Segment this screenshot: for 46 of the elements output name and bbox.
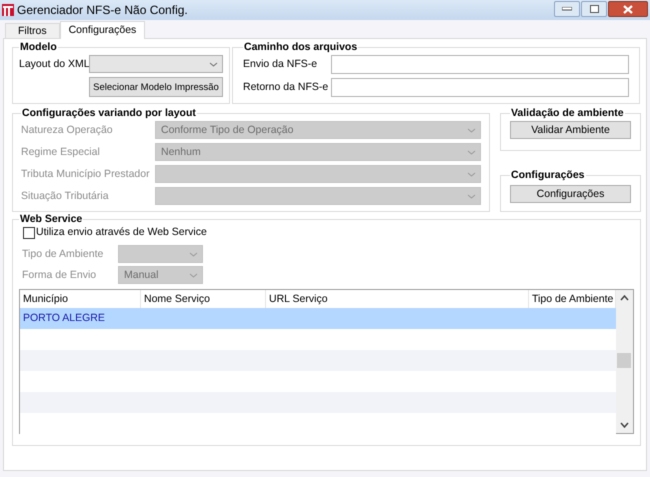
vertical-scrollbar[interactable] <box>616 290 633 433</box>
group-title: Web Service <box>19 213 84 226</box>
validate-button[interactable]: Validar Ambiente <box>510 121 631 139</box>
chevron-down-icon <box>209 62 218 66</box>
table-cell-text: PORTO ALEGRE <box>22 311 106 326</box>
tab[interactable]: Filtros <box>5 23 60 38</box>
app-logo-icon <box>2 4 14 16</box>
field-label: Envio da NFS-e <box>243 58 318 71</box>
group-title: Modelo <box>19 41 58 54</box>
select-model-button[interactable]: Selecionar Modelo Impressão <box>89 77 223 97</box>
field-label: Forma de Envio <box>22 268 98 282</box>
checkbox-label[interactable]: Utiliza envio através de Web Service <box>36 226 207 239</box>
field-label: Tipo de Ambiente <box>22 248 104 260</box>
dropdown[interactable] <box>89 55 223 73</box>
checkbox[interactable] <box>23 226 35 238</box>
text-field[interactable] <box>331 78 629 97</box>
chevron-down-icon <box>467 128 476 132</box>
group-title: Caminho dos arquivos <box>243 41 358 54</box>
scroll-up-icon[interactable] <box>620 295 629 301</box>
text-field[interactable] <box>331 55 629 74</box>
close-icon <box>623 4 633 14</box>
group-title: Validação de ambiente <box>510 107 625 120</box>
minimize-button[interactable] <box>554 1 580 17</box>
chevron-down-icon <box>467 150 476 154</box>
field-label: Layout do XML <box>19 58 89 70</box>
window-title: Gerenciador NFS-e Não Config. <box>17 4 188 16</box>
field-label: Regime Especial <box>21 146 101 158</box>
chevron-down-icon <box>467 194 476 198</box>
group-title: Configurações variando por layout <box>21 107 197 120</box>
table-row[interactable]: PORTO ALEGRE <box>20 308 616 329</box>
maximize-button[interactable] <box>581 1 607 17</box>
field-label: Retorno da NFS-e <box>243 81 330 94</box>
close-button[interactable] <box>608 1 648 17</box>
field-label: Situação Tributária <box>21 190 110 202</box>
maximize-icon <box>590 5 598 13</box>
tab[interactable]: Configurações <box>60 21 146 39</box>
chevron-down-icon <box>467 172 476 176</box>
scroll-down-icon[interactable] <box>620 422 629 428</box>
minimize-icon <box>562 7 572 11</box>
field-label: Natureza Operação <box>21 124 114 136</box>
field-label: Tributa Município Prestador <box>21 168 151 180</box>
settings-button[interactable]: Configurações <box>510 185 631 203</box>
group-title: Configurações <box>510 169 586 182</box>
chevron-down-icon <box>189 272 198 278</box>
chevron-down-icon <box>189 252 198 256</box>
scroll-thumb[interactable] <box>617 353 631 368</box>
